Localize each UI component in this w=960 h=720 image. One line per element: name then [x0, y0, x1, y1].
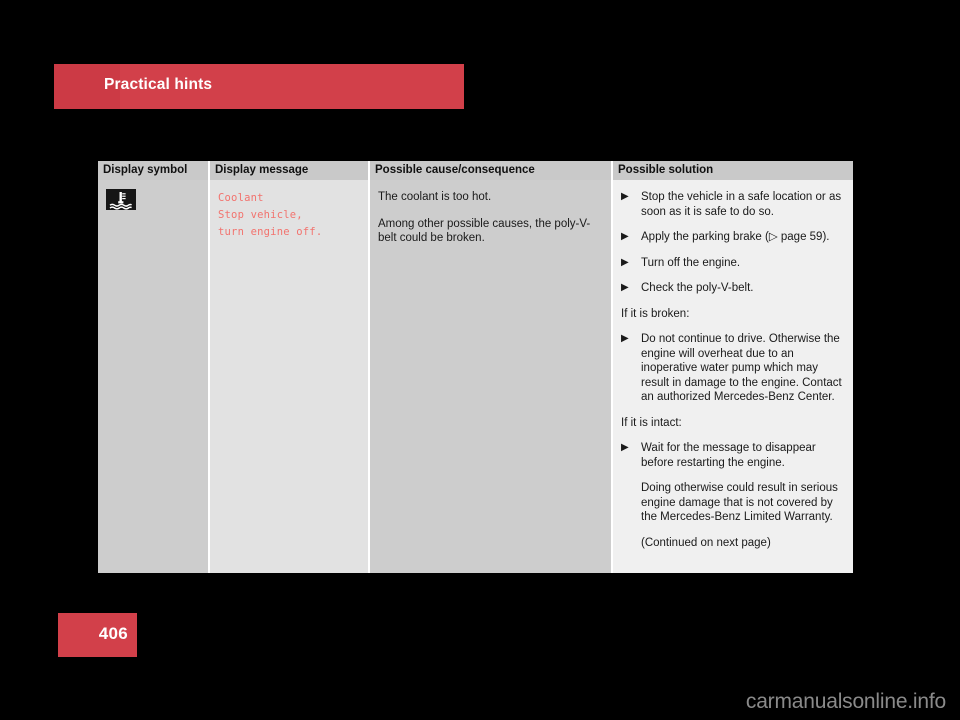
chapter-banner: Practical hints	[54, 64, 464, 109]
solution-item-text: Stop the vehicle in a safe location or a…	[641, 191, 842, 218]
page-title: Practical hints	[104, 76, 213, 93]
triangle-bullet-icon: ▶	[621, 256, 629, 268]
solution-item-text: Turn off the engine.	[641, 256, 741, 269]
coolant-temperature-warning-icon	[106, 189, 136, 210]
page-number-block: 406	[58, 613, 137, 657]
display-message-line: Coolant	[218, 192, 264, 204]
table-cell-possible-solution: ▶ Stop the vehicle in a safe location or…	[611, 180, 853, 573]
table-header-label: Display message	[215, 164, 309, 176]
triangle-bullet-icon: ▶	[621, 333, 629, 344]
table-row: Coolant Stop vehicle, turn engine off. T…	[98, 180, 853, 573]
display-messages-table: Display symbol Display message Possible …	[98, 161, 853, 573]
solution-subheading-broken: If it is broken:	[621, 307, 690, 320]
page-number: 406	[98, 624, 128, 643]
watermark: carmanualsonline.info	[745, 690, 946, 713]
solution-subheading-intact: If it is intact:	[621, 416, 682, 429]
table-cell-display-symbol	[98, 180, 208, 573]
solution-item-text: Apply the parking brake (▷ page 59).	[641, 231, 830, 243]
solution-list-item: ▶ Wait for the message to disappear befo…	[621, 441, 845, 470]
solution-item-text: Wait for the message to disappear before…	[641, 442, 816, 469]
triangle-bullet-icon: ▶	[621, 282, 629, 293]
solution-list-item: ▶ Stop the vehicle in a safe location or…	[621, 190, 845, 219]
solution-note: Doing otherwise could result in serious …	[641, 482, 838, 523]
table-header-cell-possible-cause: Possible cause/consequence	[368, 161, 611, 180]
solution-list-item: ▶ Apply the parking brake (▷ page 59).	[621, 230, 845, 245]
triangle-bullet-icon: ▶	[621, 191, 629, 202]
table-header-label: Possible cause/consequence	[375, 164, 535, 176]
table-header-cell-possible-solution: Possible solution	[611, 161, 853, 180]
display-message-line: turn engine off.	[218, 226, 323, 238]
solution-item-text: Do not continue to drive. Otherwise the …	[641, 333, 842, 403]
table-cell-possible-cause: The coolant is too hot. Among other poss…	[368, 180, 611, 573]
triangle-bullet-icon: ▶	[621, 231, 629, 242]
triangle-bullet-icon: ▶	[621, 442, 629, 453]
display-message-line: Stop vehicle,	[218, 209, 303, 221]
solution-list-item: ▶ Turn off the engine.	[621, 256, 845, 271]
continued-notice: (Continued on next page)	[641, 536, 771, 549]
table-header-row: Display symbol Display message Possible …	[98, 161, 853, 180]
table-header-label: Possible solution	[618, 164, 714, 176]
table-cell-display-message: Coolant Stop vehicle, turn engine off.	[208, 180, 368, 573]
solution-list-item: ▶ Check the poly-V-belt.	[621, 281, 845, 296]
table-header-cell-display-message: Display message	[208, 161, 368, 180]
table-header-cell-display-symbol: Display symbol	[98, 161, 208, 180]
cause-paragraph: The coolant is too hot.	[378, 191, 492, 203]
cause-paragraph: Among other possible causes, the poly-V-…	[378, 217, 591, 245]
solution-item-text: Check the poly-V-belt.	[641, 282, 754, 294]
solution-list-item: ▶ Do not continue to drive. Otherwise th…	[621, 332, 845, 405]
display-message-text: Coolant Stop vehicle, turn engine off.	[218, 190, 360, 241]
table-header-label: Display symbol	[103, 164, 188, 176]
